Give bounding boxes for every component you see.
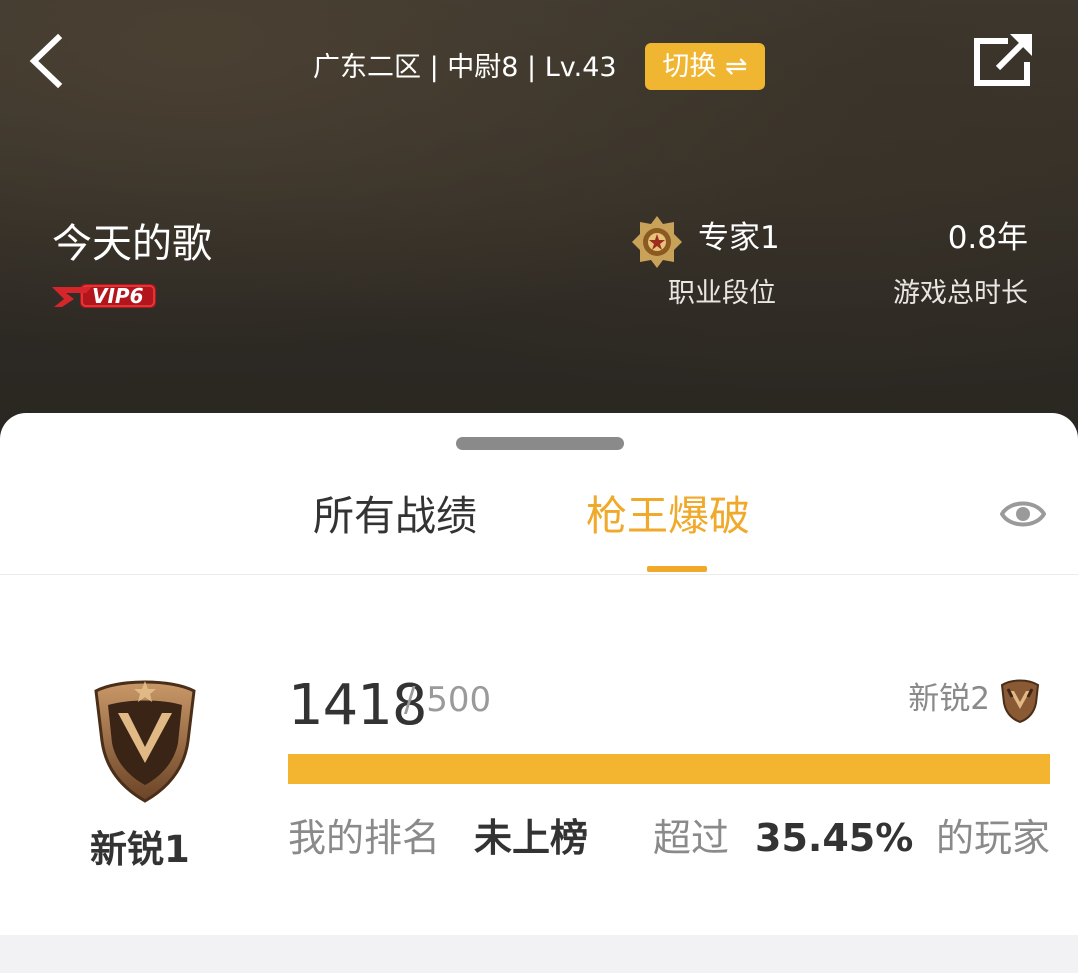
playtime-label: 游戏总时长 [893, 278, 1028, 309]
eye-icon[interactable] [1000, 496, 1046, 532]
vip-badge: VIP6 [52, 281, 158, 311]
current-tier-name: 新锐1 [90, 828, 190, 871]
players-label: 的玩家 [935, 816, 1050, 860]
active-tab-indicator [647, 566, 707, 572]
rank-label: 职业段位 [668, 278, 776, 309]
tab-all-records[interactable]: 所有战绩 [313, 489, 477, 543]
next-tier-shield-icon [1000, 679, 1040, 723]
bronze-shield-icon [94, 680, 196, 803]
vip-badge-label: VIP6 [92, 284, 144, 308]
profile-header: 广东二区 | 中尉8 | Lv.43 切换 ⇌ 今天的歌 VIP6 专家1 职业… [0, 0, 1078, 440]
username: 今天的歌 [52, 221, 212, 267]
playtime-value: 0.8年 [947, 220, 1028, 256]
server-rank-level-info: 广东二区 | 中尉8 | Lv.43 [313, 52, 617, 83]
score-target: / 500 [404, 680, 492, 720]
my-rank-value: 未上榜 [474, 816, 589, 860]
tab-divider [0, 574, 1078, 575]
score-progress-bar [288, 754, 1050, 784]
my-rank-label: 我的排名 [288, 816, 441, 860]
exceed-label: 超过 [653, 816, 730, 860]
gold-medal-icon [632, 216, 682, 268]
tab-sniper-demolition[interactable]: 枪王爆破 [586, 489, 750, 543]
score-progress-fill [288, 754, 1050, 784]
share-icon[interactable] [970, 34, 1034, 86]
stats-sheet: 所有战绩 枪王爆破 新锐1 1418 / 500 新锐2 我的排名 未上榜 超过… [0, 413, 1078, 935]
next-tier-name: 新锐2 [908, 681, 990, 717]
exceed-percentage: 35.45% [755, 816, 914, 860]
rank-value: 专家1 [698, 220, 780, 256]
back-chevron-icon[interactable] [22, 32, 72, 90]
drag-handle[interactable] [456, 437, 624, 450]
switch-server-button[interactable]: 切换 ⇌ [645, 43, 765, 90]
ranking-row: 我的排名 未上榜 超过 35.45% 的玩家 [288, 813, 1050, 863]
